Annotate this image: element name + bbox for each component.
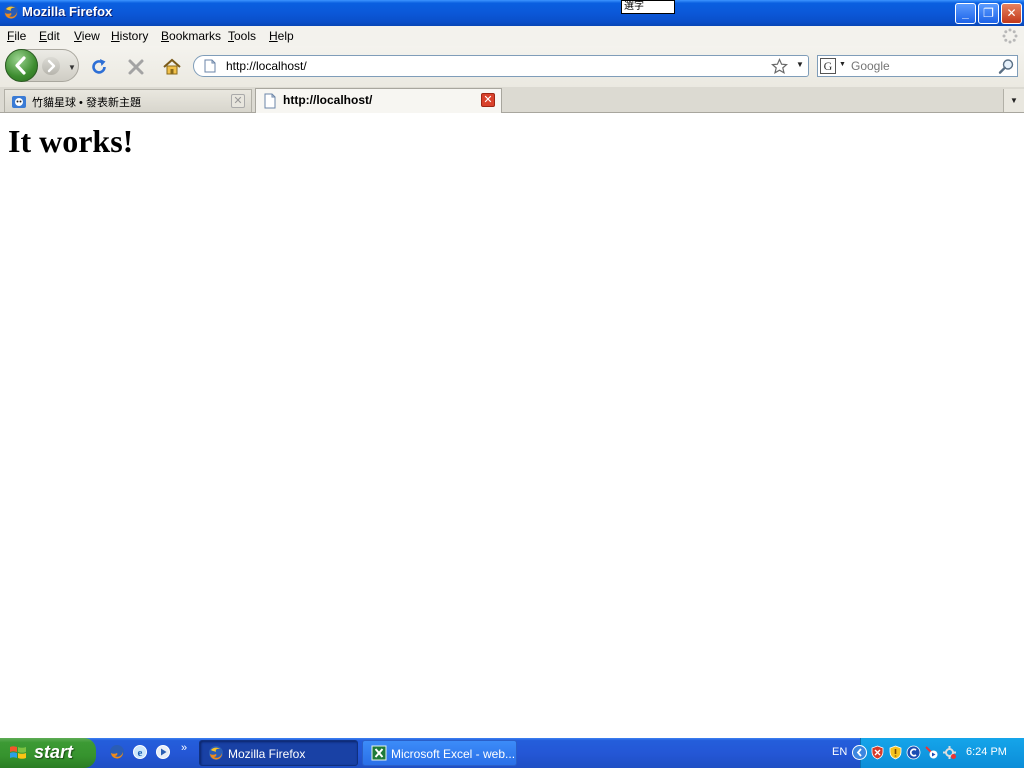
tab-close-icon[interactable]: ✕ xyxy=(231,94,245,108)
menu-help[interactable]: Help xyxy=(269,29,294,43)
windows-logo-icon xyxy=(10,746,26,759)
page-favicon-icon xyxy=(264,93,276,109)
menu-edit[interactable]: Edit xyxy=(39,29,60,43)
menu-bookmarks[interactable]: Bookmarks xyxy=(161,29,221,43)
ime-toolbar[interactable]: 選字 xyxy=(621,0,675,14)
back-forward-group: ▼ xyxy=(5,49,79,82)
task-excel[interactable]: Microsoft Excel - web... xyxy=(362,740,517,766)
menu-tools[interactable]: Tools xyxy=(228,29,256,43)
page-content: It works! xyxy=(0,113,1024,738)
search-input[interactable] xyxy=(851,58,991,74)
url-bar[interactable]: ▼ xyxy=(193,55,809,77)
search-bar[interactable]: G ▼ xyxy=(817,55,1018,77)
navigation-toolbar: ▼ ▼ G ▼ xyxy=(0,46,1024,87)
tray-c-icon[interactable] xyxy=(906,745,921,760)
page-icon xyxy=(204,59,216,73)
home-icon[interactable] xyxy=(162,57,182,77)
window-titlebar[interactable]: Mozilla Firefox 選字 _ ❐ ✕ xyxy=(0,0,1024,26)
tab-list-dropdown-icon[interactable]: ▼ xyxy=(1003,89,1024,112)
minimize-button[interactable]: _ xyxy=(955,3,976,24)
history-dropdown-icon[interactable]: ▼ xyxy=(68,63,76,72)
bookmark-star-icon[interactable] xyxy=(771,58,788,75)
excel-icon xyxy=(371,745,387,761)
window-title: Mozilla Firefox xyxy=(22,4,113,19)
stop-icon[interactable] xyxy=(126,57,146,77)
antivirus-shield-icon[interactable] xyxy=(888,745,903,760)
svg-text:e: e xyxy=(138,747,143,759)
reload-icon[interactable] xyxy=(89,57,109,77)
task-label: Mozilla Firefox xyxy=(228,747,306,761)
menu-history[interactable]: History xyxy=(111,29,148,43)
forum-favicon-icon xyxy=(12,96,26,108)
security-shield-icon[interactable] xyxy=(870,745,885,760)
quicklaunch-firefox-icon[interactable] xyxy=(109,744,125,760)
back-arrow-icon xyxy=(15,56,26,75)
tab-label: 竹貓星球 • 發表新主題 xyxy=(32,97,141,109)
tab-bar: 竹貓星球 • 發表新主題 ✕ http://localhost/ ✕ ▼ xyxy=(0,87,1024,113)
url-input[interactable] xyxy=(226,58,756,74)
close-button[interactable]: ✕ xyxy=(1001,3,1022,24)
tab-close-icon[interactable]: ✕ xyxy=(481,93,495,107)
quicklaunch-ie-icon[interactable]: e xyxy=(132,744,148,760)
network-activity-icon[interactable] xyxy=(924,745,939,760)
search-icon[interactable] xyxy=(998,58,1015,75)
forward-button[interactable] xyxy=(42,57,60,75)
clock[interactable]: 6:24 PM xyxy=(966,746,1007,758)
taskbar: start e » Mozilla Firefox Microsoft Exce… xyxy=(0,738,1024,768)
network-tools-icon[interactable] xyxy=(942,745,957,760)
tab-forum[interactable]: 竹貓星球 • 發表新主題 ✕ xyxy=(4,89,252,112)
forward-arrow-icon xyxy=(47,59,56,73)
menu-file[interactable]: File xyxy=(7,29,26,43)
engine-dropdown-icon[interactable]: ▼ xyxy=(839,61,846,68)
page-heading: It works! xyxy=(8,123,134,159)
menu-view[interactable]: View xyxy=(74,29,100,43)
firefox-icon xyxy=(4,5,18,19)
back-button[interactable] xyxy=(5,49,38,82)
tab-localhost[interactable]: http://localhost/ ✕ xyxy=(255,88,502,113)
google-engine-icon[interactable]: G xyxy=(820,58,836,74)
language-indicator[interactable]: EN xyxy=(832,746,847,758)
url-history-dropdown-icon[interactable]: ▼ xyxy=(796,60,804,69)
start-button[interactable]: start xyxy=(0,738,96,768)
ime-mode-label: 選字 xyxy=(624,1,644,12)
tray-collapse-icon[interactable] xyxy=(852,745,867,760)
start-label: start xyxy=(34,742,74,762)
task-firefox[interactable]: Mozilla Firefox xyxy=(199,740,358,766)
throbber-icon xyxy=(1002,28,1018,44)
quicklaunch-more-icon[interactable]: » xyxy=(181,742,187,754)
maximize-button[interactable]: ❐ xyxy=(978,3,999,24)
tab-label: http://localhost/ xyxy=(283,93,373,107)
firefox-icon xyxy=(209,746,223,760)
quicklaunch-media-player-icon[interactable] xyxy=(155,744,171,760)
menu-bar: File Edit View History Bookmarks Tools H… xyxy=(0,26,1024,46)
task-label: Microsoft Excel - web... xyxy=(391,747,515,761)
